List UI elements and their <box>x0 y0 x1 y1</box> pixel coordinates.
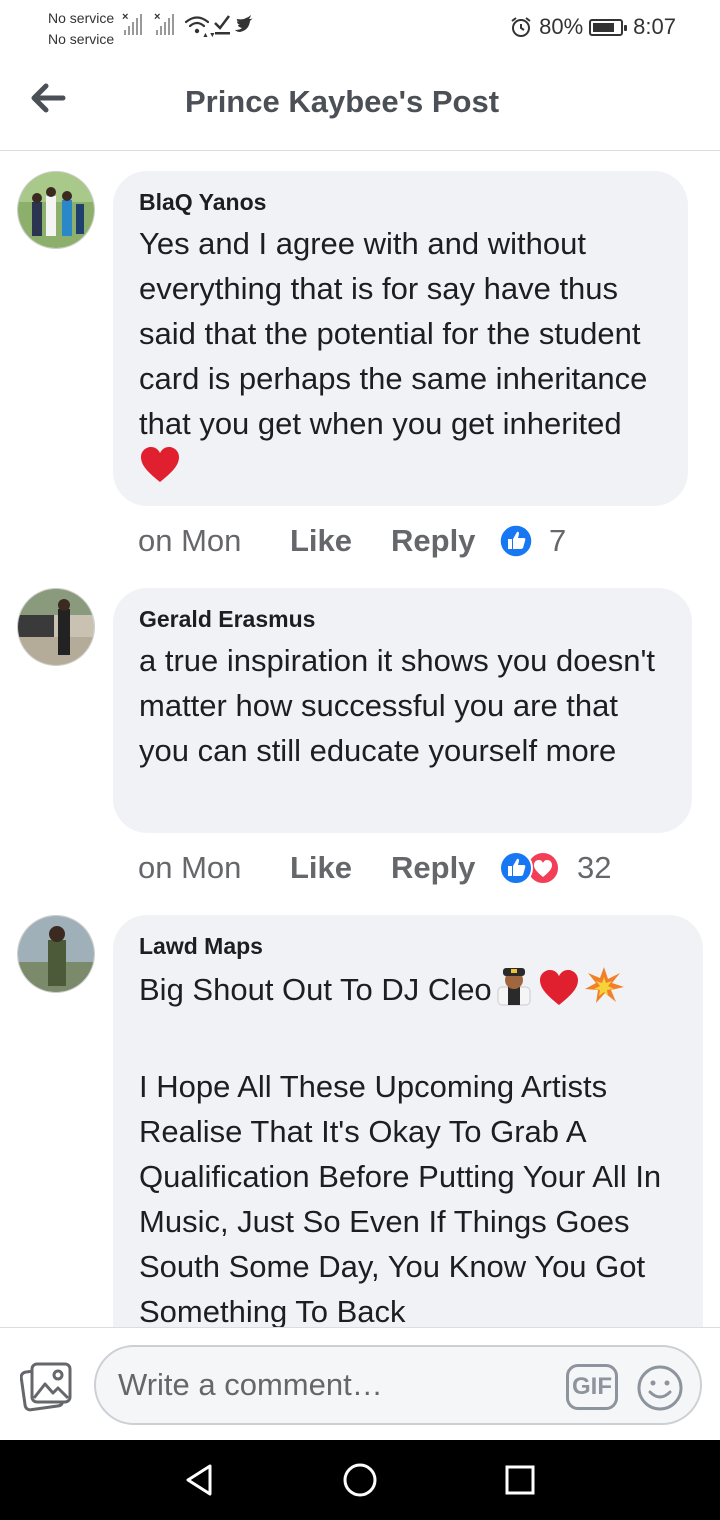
comment-text: Yes and I agree with and without everyth… <box>139 221 666 496</box>
alarm-clock-icon <box>511 17 531 37</box>
reply-button[interactable]: Reply <box>391 850 499 886</box>
status-bar: No service No service × × ▲▼ 80% 8:07 <box>0 0 720 56</box>
comment-line1-text: Big Shout Out To DJ Cleo <box>139 972 492 1008</box>
comment-author[interactable]: BlaQ Yanos <box>139 187 666 217</box>
pilot-heart-boom-emoji-icons <box>497 967 624 1006</box>
gif-button[interactable]: GIF <box>566 1364 618 1410</box>
comment-composer: GIF <box>0 1327 720 1440</box>
nav-home-button[interactable] <box>338 1458 382 1502</box>
emoji-button[interactable] <box>636 1364 684 1412</box>
reaction-count: 7 <box>549 523 567 558</box>
heart-icon <box>141 447 179 482</box>
battery-percent: 80% <box>539 14 584 39</box>
reactions[interactable]: 7 <box>499 523 566 559</box>
comment-text-body: Yes and I agree with and without everyth… <box>139 226 656 441</box>
avatar[interactable] <box>17 588 95 666</box>
battery-level <box>593 22 614 32</box>
like-button[interactable]: Like <box>290 523 391 559</box>
comment-meta: on Mon Like Reply 32 <box>138 848 611 888</box>
photo-icon <box>19 1362 72 1412</box>
avatar[interactable] <box>17 915 95 993</box>
heart-emoji <box>139 446 181 496</box>
square-recents-icon <box>505 1465 535 1495</box>
comment-bubble: BlaQ Yanos Yes and I agree with and with… <box>113 171 688 506</box>
reaction-count: 32 <box>577 850 612 885</box>
battery-icon <box>589 18 628 36</box>
sim-status: No service No service <box>48 8 114 50</box>
post-header: Prince Kaybee's Post <box>0 56 720 151</box>
nav-back-button[interactable] <box>178 1458 222 1502</box>
status-right: 80% 8:07 <box>509 14 676 40</box>
comment-text: a true inspiration it shows you doesn't … <box>139 643 664 768</box>
like-love-reaction-icons <box>499 851 560 885</box>
avatar-photo <box>18 589 94 665</box>
status-icons: × × ▲▼ <box>122 10 262 40</box>
clock: 8:07 <box>633 14 676 39</box>
comment-time[interactable]: on Mon <box>138 850 290 886</box>
avatar-photo <box>18 916 94 992</box>
sim1-status: No service <box>48 10 115 26</box>
comment-text: I Hope All These Upcoming Artists Realis… <box>139 1069 670 1327</box>
triangle-back-icon <box>186 1464 212 1496</box>
svg-text:×: × <box>122 11 128 23</box>
avatar[interactable] <box>17 171 95 249</box>
like-reaction-icon <box>499 524 533 558</box>
comment-bubble: Gerald Erasmus a true inspiration it sho… <box>113 588 692 833</box>
comment-text-line1: Big Shout Out To DJ Cleo <box>139 965 681 1019</box>
nav-recents-button[interactable] <box>498 1458 542 1502</box>
comment-meta: on Mon Like Reply 7 <box>138 521 566 561</box>
signal-wifi-icons: × × ▲▼ <box>122 11 253 39</box>
smiley-icon <box>637 1365 683 1411</box>
like-button[interactable]: Like <box>290 850 391 886</box>
comments-list[interactable]: BlaQ Yanos Yes and I agree with and with… <box>0 152 720 1327</box>
comment-time[interactable]: on Mon <box>138 523 290 559</box>
reply-button[interactable]: Reply <box>391 523 499 559</box>
comment-author[interactable]: Lawd Maps <box>139 931 681 961</box>
system-nav-bar <box>0 1440 720 1520</box>
circle-home-icon <box>343 1463 377 1497</box>
comment-author[interactable]: Gerald Erasmus <box>139 604 670 634</box>
avatar-photo <box>18 172 94 248</box>
emoji-group <box>492 965 626 1019</box>
reactions[interactable]: 32 <box>499 850 611 886</box>
svg-text:▲▼: ▲▼ <box>202 32 216 39</box>
page-title-text: Prince Kaybee's Post <box>184 84 500 119</box>
sim2-status: No service <box>48 31 115 47</box>
photo-button[interactable] <box>19 1360 72 1412</box>
comment-bubble: Lawd Maps Big Shout Out To DJ Cleo I Hop… <box>113 915 703 1327</box>
page-title: Prince Kaybee's Post <box>0 84 720 120</box>
svg-text:×: × <box>154 11 160 23</box>
